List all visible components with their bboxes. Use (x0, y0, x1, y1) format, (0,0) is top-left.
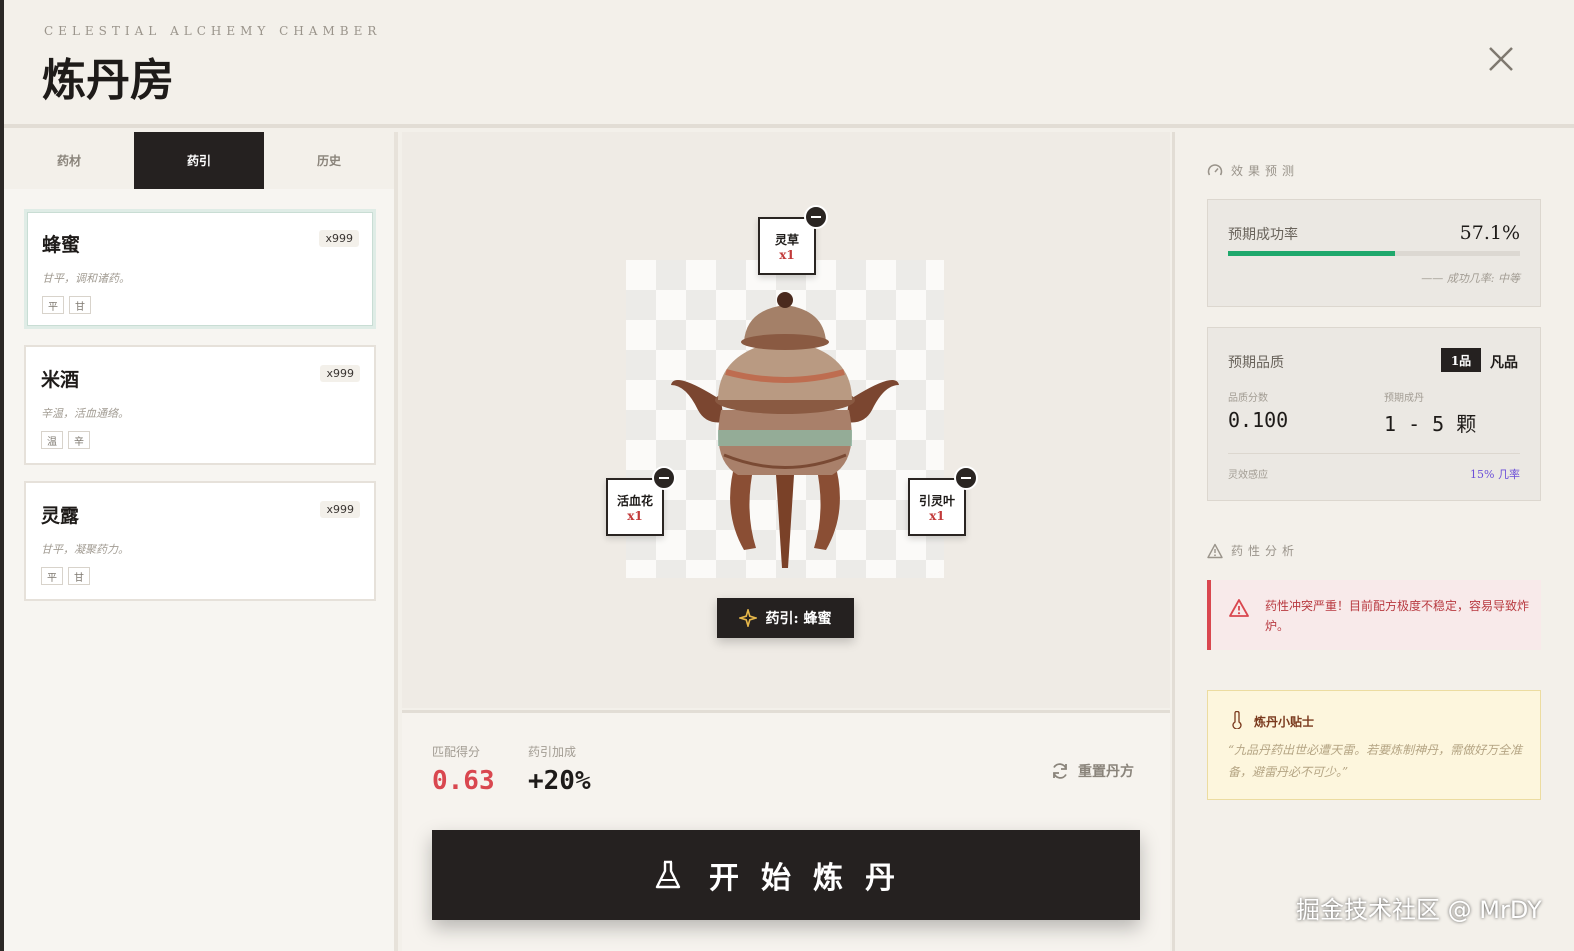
item-description: 甘平，调和诸药。 (42, 272, 130, 285)
flask-icon (655, 860, 681, 889)
catalyst-bonus-value: +20% (528, 766, 591, 796)
analysis-section-title: 药性分析 (1231, 544, 1300, 558)
tip-quote: “九品丹药出世必遭天雷。若要炼制神丹，需做好万全准备，避雷丹必不可少。” (1228, 743, 1523, 779)
start-alchemy-label: 开始炼丹 (709, 861, 917, 896)
catalyst-bonus-label: 药引加成 (528, 745, 577, 759)
success-rate-card: 预期成功率 57.1% —— 成功几率: 中等 (1207, 199, 1541, 307)
spirit-value: 15% 几率 (1470, 468, 1520, 481)
list-item[interactable]: 米酒 x999 辛温，活血通络。 温 辛 (24, 345, 376, 465)
page-header: CELESTIAL ALCHEMY CHAMBER 炼丹房 (4, 0, 1574, 128)
match-score-value: 0.63 (432, 766, 495, 796)
minus-icon (811, 216, 821, 218)
slot-name: 灵草 (774, 232, 799, 247)
quality-label: 预期品质 (1228, 355, 1284, 371)
page-title: 炼丹房 (42, 55, 174, 106)
item-name: 米酒 (41, 369, 80, 391)
remove-slot-button[interactable] (954, 466, 978, 490)
item-tags: 平 甘 (41, 567, 90, 585)
tab-history[interactable]: 历史 (264, 132, 394, 189)
remove-slot-button[interactable] (804, 205, 828, 229)
minus-icon (961, 477, 971, 479)
close-icon (1489, 47, 1513, 71)
grade-badge: 1品 (1441, 348, 1481, 372)
cauldron-stage (626, 260, 944, 578)
item-name: 灵露 (41, 505, 80, 527)
list-item[interactable]: 灵露 x999 甘平，凝聚药力。 平 甘 (24, 481, 376, 601)
item-tags: 平 甘 (42, 296, 91, 314)
success-note: —— 成功几率: 中等 (1421, 272, 1520, 285)
item-tag: 温 (41, 431, 63, 449)
effect-section-header: 效果预测 (1207, 162, 1299, 179)
alchemy-tip: 炼丹小贴士 “九品丹药出世必遭天雷。若要炼制神丹，需做好万全准备，避雷丹必不可少… (1207, 690, 1541, 800)
close-button[interactable] (1482, 40, 1520, 78)
divider (1228, 453, 1520, 454)
gauge-icon (1207, 163, 1223, 175)
yield-value: 1 - 5 颗 (1384, 412, 1477, 436)
effect-section-title: 效果预测 (1231, 164, 1300, 178)
warning-icon (1207, 543, 1223, 558)
item-tag: 平 (41, 567, 63, 585)
score-label: 品质分数 (1228, 393, 1268, 404)
remove-slot-button[interactable] (652, 466, 676, 490)
success-progress-bar (1228, 251, 1520, 256)
item-tag: 辛 (68, 431, 90, 449)
cauldron-slot-left[interactable]: 活血花 x1 (606, 466, 676, 536)
item-tag: 甘 (68, 567, 90, 585)
refresh-icon (1053, 763, 1067, 779)
catalyst-bonus: 药引加成 +20% (528, 743, 591, 796)
tab-catalyst[interactable]: 药引 (134, 132, 264, 189)
item-name: 蜂蜜 (42, 234, 81, 256)
item-tag: 甘 (69, 296, 91, 314)
brew-controls: 匹配得分 0.63 药引加成 +20% 重置丹方 开始炼丹 (402, 710, 1170, 951)
slot-quantity: x1 (929, 508, 945, 523)
prediction-panel: 效果预测 预期成功率 57.1% —— 成功几率: 中等 预期品质 1品 凡品 … (1172, 132, 1574, 951)
item-count-badge: x999 (320, 501, 360, 518)
tip-title: 炼丹小贴士 (1254, 715, 1315, 729)
grade-name: 凡品 (1490, 355, 1518, 371)
slot-name: 引灵叶 (918, 493, 955, 508)
match-score: 匹配得分 0.63 (432, 743, 495, 796)
score-value: 0.100 (1228, 408, 1289, 432)
quality-card: 预期品质 1品 凡品 品质分数 0.100 预期成丹 1 - 5 颗 灵效感应 … (1207, 327, 1541, 501)
item-list: 蜂蜜 x999 甘平，调和诸药。 平 甘 米酒 x999 辛温，活血通络。 温 … (4, 189, 394, 601)
catalyst-badge: 药引: 蜂蜜 (717, 598, 854, 638)
catalyst-label: 药引: 蜂蜜 (765, 611, 832, 627)
sparkle-icon (739, 609, 758, 627)
yield-label: 预期成丹 (1384, 393, 1424, 404)
reset-recipe-label: 重置丹方 (1078, 764, 1134, 780)
start-alchemy-button[interactable]: 开始炼丹 (432, 830, 1140, 920)
reset-recipe-button[interactable]: 重置丹方 (1050, 761, 1134, 781)
cauldron-slot-right[interactable]: 引灵叶 x1 (908, 466, 978, 536)
item-count-badge: x999 (319, 230, 359, 247)
success-progress-fill (1228, 251, 1395, 256)
cauldron-slot-top[interactable]: 灵草 x1 (758, 205, 828, 275)
list-item[interactable]: 蜂蜜 x999 甘平，调和诸药。 平 甘 (24, 209, 376, 329)
page-subtitle: CELESTIAL ALCHEMY CHAMBER (44, 24, 382, 38)
ingredient-panel: 药材 药引 历史 蜂蜜 x999 甘平，调和诸药。 平 甘 米酒 x999 辛温… (4, 132, 398, 951)
minus-icon (659, 477, 669, 479)
slot-quantity: x1 (779, 247, 795, 262)
success-rate-label: 预期成功率 (1228, 227, 1298, 243)
watermark: 掘金技术社区 @ MrDY (1296, 896, 1542, 924)
slot-quantity: x1 (627, 508, 643, 523)
cauldron-image (671, 292, 899, 568)
alert-text: 药性冲突严重！目前配方极度不稳定，容易导致炸炉。 (1265, 599, 1530, 633)
item-count-badge: x999 (320, 365, 360, 382)
slot-name: 活血花 (616, 493, 653, 508)
tab-herbs[interactable]: 药材 (4, 132, 134, 189)
cauldron-area: 灵草 x1 活血花 x1 引灵叶 x1 药引: 蜂蜜 (402, 132, 1170, 708)
success-rate-value: 57.1% (1459, 222, 1520, 244)
tab-bar: 药材 药引 历史 (4, 132, 394, 189)
match-score-label: 匹配得分 (432, 745, 481, 759)
thermometer-icon (1232, 711, 1242, 729)
item-description: 甘平，凝聚药力。 (41, 543, 129, 556)
analysis-section-header: 药性分析 (1207, 542, 1299, 559)
conflict-alert: 药性冲突严重！目前配方极度不稳定，容易导致炸炉。 (1207, 580, 1541, 650)
item-tags: 温 辛 (41, 431, 90, 449)
alert-warning-icon (1229, 599, 1249, 617)
spirit-label: 灵效感应 (1228, 470, 1268, 481)
item-description: 辛温，活血通络。 (41, 407, 129, 420)
item-tag: 平 (42, 296, 64, 314)
